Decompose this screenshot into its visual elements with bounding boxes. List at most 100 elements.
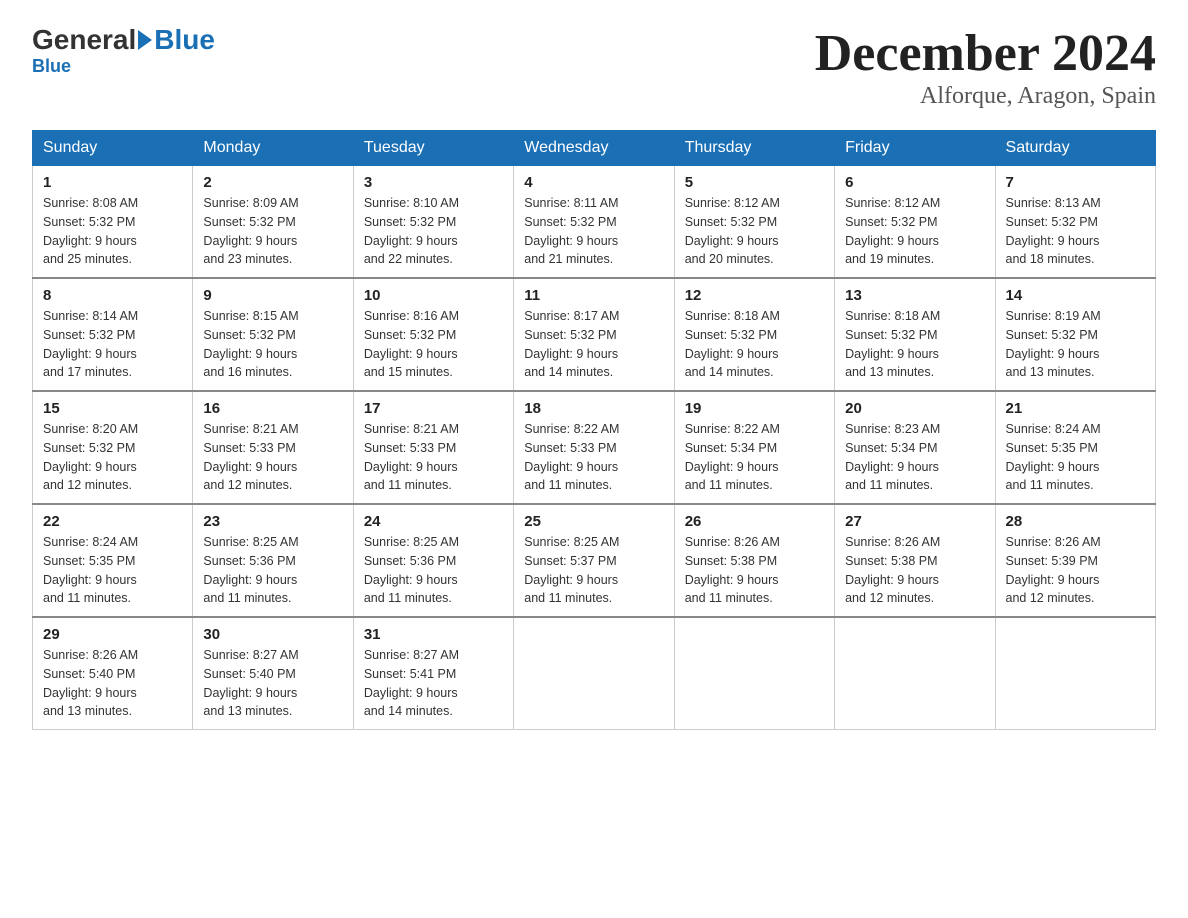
calendar-cell: [835, 617, 995, 730]
calendar-cell: 13 Sunrise: 8:18 AMSunset: 5:32 PMDayligh…: [835, 278, 995, 391]
day-info: Sunrise: 8:10 AMSunset: 5:32 PMDaylight:…: [364, 194, 503, 269]
location-title: Alforque, Aragon, Spain: [815, 83, 1156, 110]
week-row-2: 8 Sunrise: 8:14 AMSunset: 5:32 PMDaylight…: [33, 278, 1156, 391]
day-info: Sunrise: 8:25 AMSunset: 5:36 PMDaylight:…: [203, 533, 342, 608]
day-info: Sunrise: 8:23 AMSunset: 5:34 PMDaylight:…: [845, 420, 984, 495]
calendar-cell: 3 Sunrise: 8:10 AMSunset: 5:32 PMDaylight…: [353, 166, 513, 279]
day-number: 17: [364, 400, 503, 417]
day-number: 5: [685, 174, 824, 191]
day-info: Sunrise: 8:19 AMSunset: 5:32 PMDaylight:…: [1006, 307, 1145, 382]
logo-general-text: General: [32, 24, 136, 56]
calendar-cell: 19Sunrise: 8:22 AMSunset: 5:34 PMDayligh…: [674, 391, 834, 504]
calendar-cell: [674, 617, 834, 730]
calendar-cell: 29Sunrise: 8:26 AMSunset: 5:40 PMDayligh…: [33, 617, 193, 730]
day-number: 18: [524, 400, 663, 417]
day-number: 31: [364, 626, 503, 643]
logo-blue-text: Blue: [154, 24, 215, 56]
calendar-cell: 17 Sunrise: 8:21 AMSunset: 5:33 PMDayligh…: [353, 391, 513, 504]
weekday-header-saturday: Saturday: [995, 131, 1155, 166]
day-info: Sunrise: 8:16 AMSunset: 5:32 PMDaylight:…: [364, 307, 503, 382]
calendar-cell: [995, 617, 1155, 730]
calendar-cell: 26 Sunrise: 8:26 AMSunset: 5:38 PMDayligh…: [674, 504, 834, 617]
day-number: 15: [43, 400, 182, 417]
calendar-cell: 1Sunrise: 8:08 AMSunset: 5:32 PMDaylight…: [33, 166, 193, 279]
calendar-cell: 2 Sunrise: 8:09 AMSunset: 5:32 PMDaylight…: [193, 166, 353, 279]
week-row-1: 1Sunrise: 8:08 AMSunset: 5:32 PMDaylight…: [33, 166, 1156, 279]
calendar-cell: 11 Sunrise: 8:17 AMSunset: 5:32 PMDayligh…: [514, 278, 674, 391]
day-info: Sunrise: 8:09 AMSunset: 5:32 PMDaylight:…: [203, 194, 342, 269]
day-number: 3: [364, 174, 503, 191]
day-info: Sunrise: 8:27 AMSunset: 5:40 PMDaylight:…: [203, 646, 342, 721]
page-header: General Blue Blue December 2024 Alforque…: [32, 24, 1156, 110]
weekday-header-friday: Friday: [835, 131, 995, 166]
calendar-cell: 5 Sunrise: 8:12 AMSunset: 5:32 PMDaylight…: [674, 166, 834, 279]
day-number: 29: [43, 626, 182, 643]
day-info: Sunrise: 8:14 AMSunset: 5:32 PMDaylight:…: [43, 307, 182, 382]
weekday-header-tuesday: Tuesday: [353, 131, 513, 166]
calendar-table: SundayMondayTuesdayWednesdayThursdayFrid…: [32, 130, 1156, 730]
day-info: Sunrise: 8:21 AMSunset: 5:33 PMDaylight:…: [203, 420, 342, 495]
day-info: Sunrise: 8:26 AMSunset: 5:38 PMDaylight:…: [685, 533, 824, 608]
weekday-header-thursday: Thursday: [674, 131, 834, 166]
day-info: Sunrise: 8:08 AMSunset: 5:32 PMDaylight:…: [43, 194, 182, 269]
calendar-cell: 25Sunrise: 8:25 AMSunset: 5:37 PMDayligh…: [514, 504, 674, 617]
calendar-cell: 31 Sunrise: 8:27 AMSunset: 5:41 PMDayligh…: [353, 617, 513, 730]
day-info: Sunrise: 8:24 AMSunset: 5:35 PMDaylight:…: [43, 533, 182, 608]
day-info: Sunrise: 8:26 AMSunset: 5:38 PMDaylight:…: [845, 533, 984, 608]
day-number: 27: [845, 513, 984, 530]
calendar-cell: 27 Sunrise: 8:26 AMSunset: 5:38 PMDayligh…: [835, 504, 995, 617]
day-number: 11: [524, 287, 663, 304]
calendar-cell: 22Sunrise: 8:24 AMSunset: 5:35 PMDayligh…: [33, 504, 193, 617]
day-info: Sunrise: 8:12 AMSunset: 5:32 PMDaylight:…: [685, 194, 824, 269]
logo-subtitle: Blue: [32, 56, 215, 77]
calendar-cell: 16 Sunrise: 8:21 AMSunset: 5:33 PMDayligh…: [193, 391, 353, 504]
day-info: Sunrise: 8:27 AMSunset: 5:41 PMDaylight:…: [364, 646, 503, 721]
calendar-cell: 8 Sunrise: 8:14 AMSunset: 5:32 PMDaylight…: [33, 278, 193, 391]
day-info: Sunrise: 8:18 AMSunset: 5:32 PMDaylight:…: [845, 307, 984, 382]
day-number: 9: [203, 287, 342, 304]
day-number: 23: [203, 513, 342, 530]
day-number: 24: [364, 513, 503, 530]
day-number: 12: [685, 287, 824, 304]
day-number: 6: [845, 174, 984, 191]
weekday-header-wednesday: Wednesday: [514, 131, 674, 166]
day-number: 20: [845, 400, 984, 417]
day-number: 16: [203, 400, 342, 417]
day-number: 19: [685, 400, 824, 417]
weekday-header-sunday: Sunday: [33, 131, 193, 166]
calendar-cell: 12Sunrise: 8:18 AMSunset: 5:32 PMDayligh…: [674, 278, 834, 391]
calendar-cell: 21 Sunrise: 8:24 AMSunset: 5:35 PMDayligh…: [995, 391, 1155, 504]
day-number: 7: [1006, 174, 1145, 191]
calendar-cell: 9 Sunrise: 8:15 AMSunset: 5:32 PMDaylight…: [193, 278, 353, 391]
day-number: 8: [43, 287, 182, 304]
day-number: 26: [685, 513, 824, 530]
day-info: Sunrise: 8:25 AMSunset: 5:36 PMDaylight:…: [364, 533, 503, 608]
day-info: Sunrise: 8:12 AMSunset: 5:32 PMDaylight:…: [845, 194, 984, 269]
calendar-cell: 10 Sunrise: 8:16 AMSunset: 5:32 PMDayligh…: [353, 278, 513, 391]
day-number: 13: [845, 287, 984, 304]
day-info: Sunrise: 8:13 AMSunset: 5:32 PMDaylight:…: [1006, 194, 1145, 269]
week-row-5: 29Sunrise: 8:26 AMSunset: 5:40 PMDayligh…: [33, 617, 1156, 730]
calendar-cell: 24 Sunrise: 8:25 AMSunset: 5:36 PMDayligh…: [353, 504, 513, 617]
calendar-cell: 15Sunrise: 8:20 AMSunset: 5:32 PMDayligh…: [33, 391, 193, 504]
day-info: Sunrise: 8:22 AMSunset: 5:33 PMDaylight:…: [524, 420, 663, 495]
day-info: Sunrise: 8:24 AMSunset: 5:35 PMDaylight:…: [1006, 420, 1145, 495]
day-number: 30: [203, 626, 342, 643]
week-row-3: 15Sunrise: 8:20 AMSunset: 5:32 PMDayligh…: [33, 391, 1156, 504]
day-info: Sunrise: 8:26 AMSunset: 5:39 PMDaylight:…: [1006, 533, 1145, 608]
title-block: December 2024 Alforque, Aragon, Spain: [815, 24, 1156, 110]
calendar-cell: 14Sunrise: 8:19 AMSunset: 5:32 PMDayligh…: [995, 278, 1155, 391]
logo: General Blue Blue: [32, 24, 215, 77]
day-info: Sunrise: 8:15 AMSunset: 5:32 PMDaylight:…: [203, 307, 342, 382]
day-info: Sunrise: 8:21 AMSunset: 5:33 PMDaylight:…: [364, 420, 503, 495]
calendar-cell: 18 Sunrise: 8:22 AMSunset: 5:33 PMDayligh…: [514, 391, 674, 504]
calendar-cell: 7 Sunrise: 8:13 AMSunset: 5:32 PMDaylight…: [995, 166, 1155, 279]
weekday-header-row: SundayMondayTuesdayWednesdayThursdayFrid…: [33, 131, 1156, 166]
day-info: Sunrise: 8:17 AMSunset: 5:32 PMDaylight:…: [524, 307, 663, 382]
week-row-4: 22Sunrise: 8:24 AMSunset: 5:35 PMDayligh…: [33, 504, 1156, 617]
day-number: 10: [364, 287, 503, 304]
day-number: 21: [1006, 400, 1145, 417]
day-number: 28: [1006, 513, 1145, 530]
day-number: 2: [203, 174, 342, 191]
weekday-header-monday: Monday: [193, 131, 353, 166]
